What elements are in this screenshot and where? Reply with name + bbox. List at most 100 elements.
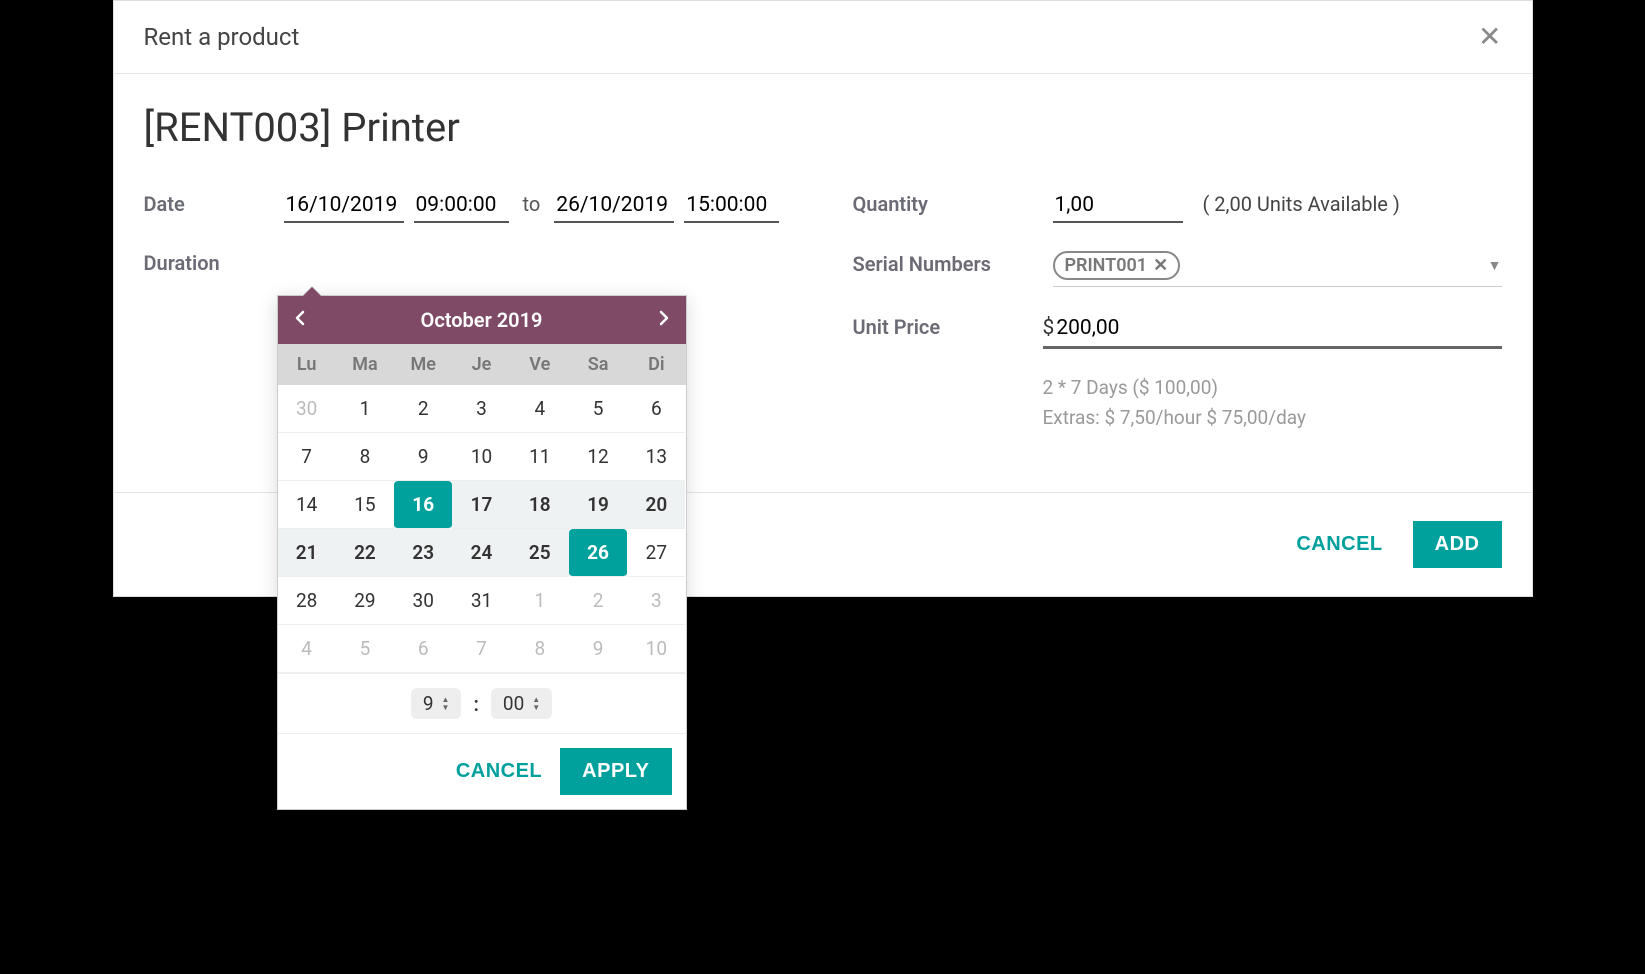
- day-cell[interactable]: 29: [336, 577, 394, 625]
- datepicker-header: October 2019: [278, 296, 686, 344]
- quantity-label: Quantity: [853, 192, 1043, 216]
- price-input-row: $: [1043, 316, 1502, 349]
- day-cell[interactable]: 2: [394, 385, 452, 433]
- day-cell[interactable]: 13: [627, 433, 685, 481]
- cancel-button[interactable]: CANCEL: [1296, 533, 1382, 556]
- date-row: Date to: [144, 191, 793, 223]
- datepicker-time: 9 ▲▼ : 00 ▲▼: [278, 673, 686, 733]
- quantity-available: ( 2,00 Units Available ): [1203, 192, 1400, 216]
- hour-value: 9: [423, 692, 434, 715]
- serial-label: Serial Numbers: [853, 252, 1043, 276]
- close-icon[interactable]: ✕: [1478, 23, 1501, 51]
- day-cell[interactable]: 31: [452, 577, 510, 625]
- prev-month-icon[interactable]: [294, 310, 306, 331]
- form-right-column: Quantity ( 2,00 Units Available ) Serial…: [853, 191, 1502, 462]
- weekday: Sa: [569, 344, 627, 385]
- weekday: Ve: [511, 344, 569, 385]
- minute-value: 00: [503, 692, 524, 715]
- day-cell[interactable]: 1: [511, 577, 569, 625]
- day-cell[interactable]: 22: [336, 529, 394, 577]
- day-cell[interactable]: 10: [452, 433, 510, 481]
- day-cell[interactable]: 6: [394, 625, 452, 673]
- day-cell[interactable]: 30: [278, 385, 336, 433]
- price-breakdown: 2 * 7 Days ($ 100,00) Extras: $ 7,50/hou…: [1043, 373, 1306, 434]
- day-cell[interactable]: 19: [569, 481, 627, 529]
- to-time-input[interactable]: [684, 191, 779, 223]
- modal-title: Rent a product: [144, 23, 300, 51]
- day-cell[interactable]: 8: [336, 433, 394, 481]
- day-cell[interactable]: 3: [627, 577, 685, 625]
- next-month-icon[interactable]: [658, 310, 670, 331]
- day-cell[interactable]: 17: [452, 481, 510, 529]
- datepicker-apply-button[interactable]: APPLY: [560, 748, 671, 795]
- unit-price-input[interactable]: [1056, 316, 1501, 340]
- day-cell[interactable]: 16: [394, 481, 452, 529]
- to-label: to: [523, 192, 541, 216]
- datepicker-grid: 3012345678910111213141516171819202122232…: [278, 385, 686, 673]
- from-time-input[interactable]: [414, 191, 509, 223]
- day-cell[interactable]: 14: [278, 481, 336, 529]
- day-cell[interactable]: 5: [569, 385, 627, 433]
- datepicker-month-label[interactable]: October 2019: [421, 308, 543, 332]
- day-cell[interactable]: 25: [511, 529, 569, 577]
- price-block: Unit Price $ 2 * 7 Days ($ 100,00) Extra…: [853, 315, 1502, 434]
- day-cell[interactable]: 7: [278, 433, 336, 481]
- minute-stepper-arrows[interactable]: ▲▼: [532, 696, 540, 712]
- from-date-input[interactable]: [284, 191, 404, 223]
- day-cell[interactable]: 11: [511, 433, 569, 481]
- remove-serial-icon[interactable]: ✕: [1153, 255, 1168, 276]
- day-cell[interactable]: 28: [278, 577, 336, 625]
- modal-header: Rent a product ✕: [114, 1, 1532, 74]
- day-cell[interactable]: 27: [627, 529, 685, 577]
- datepicker-popup: October 2019 Lu Ma Me Je Ve Sa Di 301234…: [277, 295, 687, 810]
- product-title: [RENT003] Printer: [144, 104, 1502, 151]
- day-cell[interactable]: 10: [627, 625, 685, 673]
- day-cell[interactable]: 4: [278, 625, 336, 673]
- day-cell[interactable]: 2: [569, 577, 627, 625]
- day-cell[interactable]: 20: [627, 481, 685, 529]
- day-cell[interactable]: 12: [569, 433, 627, 481]
- price-subline-1: 2 * 7 Days ($ 100,00): [1043, 373, 1306, 403]
- day-cell[interactable]: 21: [278, 529, 336, 577]
- datepicker-cancel-button[interactable]: CANCEL: [456, 760, 542, 783]
- day-cell[interactable]: 6: [627, 385, 685, 433]
- day-cell[interactable]: 9: [569, 625, 627, 673]
- rent-product-modal: Rent a product ✕ [RENT003] Printer Date …: [113, 0, 1533, 597]
- serial-tag[interactable]: PRINT001 ✕: [1053, 251, 1181, 280]
- day-cell[interactable]: 1: [336, 385, 394, 433]
- datepicker-footer: CANCEL APPLY: [278, 733, 686, 809]
- day-cell[interactable]: 4: [511, 385, 569, 433]
- day-cell[interactable]: 5: [336, 625, 394, 673]
- hour-stepper-arrows[interactable]: ▲▼: [442, 696, 450, 712]
- minute-spinner[interactable]: 00 ▲▼: [491, 688, 552, 719]
- day-cell[interactable]: 9: [394, 433, 452, 481]
- duration-label: Duration: [144, 251, 274, 275]
- unit-price-label: Unit Price: [853, 315, 1043, 339]
- weekday: Ma: [336, 344, 394, 385]
- price-subline-2: Extras: $ 7,50/hour $ 75,00/day: [1043, 403, 1306, 433]
- datepicker-weekdays: Lu Ma Me Je Ve Sa Di: [278, 344, 686, 385]
- currency-symbol: $: [1043, 316, 1055, 340]
- day-cell[interactable]: 8: [511, 625, 569, 673]
- serial-tag-text: PRINT001: [1065, 255, 1148, 276]
- date-label: Date: [144, 192, 274, 216]
- day-cell[interactable]: 7: [452, 625, 510, 673]
- day-cell[interactable]: 15: [336, 481, 394, 529]
- quantity-input[interactable]: [1053, 191, 1183, 223]
- day-cell[interactable]: 26: [569, 529, 627, 577]
- day-cell[interactable]: 18: [511, 481, 569, 529]
- add-button[interactable]: ADD: [1413, 521, 1502, 568]
- to-date-input[interactable]: [554, 191, 674, 223]
- day-cell[interactable]: 3: [452, 385, 510, 433]
- duration-row: Duration: [144, 251, 793, 275]
- serial-row-wrapper: Serial Numbers PRINT001 ✕ ▼: [853, 251, 1502, 287]
- time-colon: :: [473, 692, 478, 716]
- day-cell[interactable]: 23: [394, 529, 452, 577]
- serial-input[interactable]: PRINT001 ✕ ▼: [1053, 251, 1502, 287]
- hour-spinner[interactable]: 9 ▲▼: [411, 688, 462, 719]
- day-cell[interactable]: 24: [452, 529, 510, 577]
- weekday: Lu: [278, 344, 336, 385]
- quantity-row: Quantity ( 2,00 Units Available ): [853, 191, 1502, 223]
- chevron-down-icon[interactable]: ▼: [1488, 257, 1502, 274]
- day-cell[interactable]: 30: [394, 577, 452, 625]
